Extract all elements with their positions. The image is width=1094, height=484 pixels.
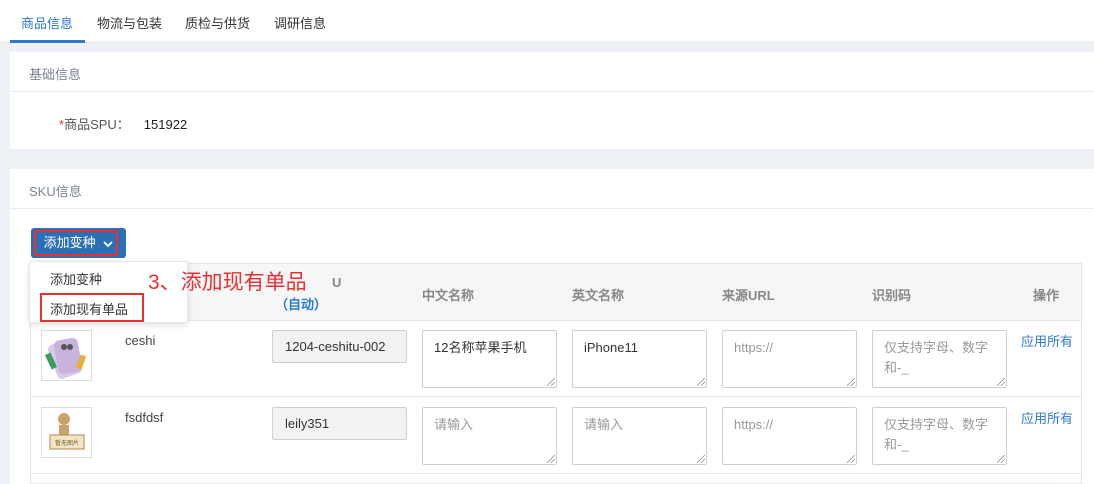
apply-all-link[interactable]: 应用所有 (1021, 331, 1073, 350)
sku-info-header: SKU信息 (10, 169, 1094, 209)
no-image-caption: 暂无图片 (55, 439, 79, 447)
source-url-textarea[interactable]: https:// (722, 407, 857, 465)
add-variant-button[interactable]: 添加变种 (31, 228, 126, 258)
basic-info-header: 基础信息 (10, 52, 1094, 92)
resize-grip-icon[interactable] (697, 378, 705, 386)
basic-info-title: 基础信息 (29, 67, 82, 82)
resize-grip-icon[interactable] (547, 378, 555, 386)
spu-value: 151922 (143, 117, 188, 132)
resize-grip-icon[interactable] (847, 455, 855, 463)
spu-label: 商品SPU： (64, 117, 130, 132)
phone-image-icon (44, 337, 87, 379)
en-name-textarea[interactable]: iPhone11 (572, 330, 707, 388)
sku-code-field: 1204-ceshitu-002 (272, 330, 407, 363)
resize-grip-icon[interactable] (847, 378, 855, 386)
basic-info-panel: 基础信息 *商品SPU： 151922 (10, 52, 1094, 149)
column-header-en-name: 英文名称 (572, 288, 625, 303)
cn-name-textarea[interactable]: 12名称苹果手机 (422, 330, 557, 388)
sku-name: fsdfdsf (125, 410, 164, 425)
table-row: ceshi 1204-ceshitu-002 12名称苹果手机 iPhone11… (31, 321, 1081, 397)
sku-info-panel: SKU信息 添加变种 U （自动） 中文名称 英文名称 来源URL 识别码 操作 (10, 169, 1094, 484)
source-url-placeholder: https:// (734, 417, 774, 432)
sku-name: ceshi (125, 333, 156, 348)
resize-grip-icon[interactable] (697, 455, 705, 463)
step-annotation: 3、添加现有单品 (148, 271, 307, 294)
menu-item-add-variant[interactable]: 添加变种 (50, 269, 102, 288)
sku-info-title: SKU信息 (29, 184, 82, 199)
tab-qc-supply[interactable]: 质检与供货 (185, 13, 250, 32)
column-header-sku-auto: （自动） (275, 297, 328, 312)
en-name-placeholder: 请输入 (584, 417, 624, 432)
code-placeholder-line1: 仅支持字母、数字 (884, 417, 989, 432)
table-row: 暂无图片 fsdfdsf leily351 请输入 请输入 https:// 仅… (31, 398, 1081, 474)
tab-product-info[interactable]: 商品信息 (21, 13, 73, 32)
sku-code-field: leily351 (272, 407, 407, 440)
en-name-value: iPhone11 (584, 340, 638, 355)
column-header-sku: U (332, 275, 342, 290)
en-name-textarea[interactable]: 请输入 (572, 407, 707, 465)
cn-name-value: 12名称苹果手机 (434, 340, 527, 355)
code-textarea[interactable]: 仅支持字母、数字 和-_ (872, 330, 1007, 388)
active-tab-indicator (10, 40, 85, 43)
tab-logistics-packaging[interactable]: 物流与包装 (97, 13, 162, 32)
source-url-textarea[interactable]: https:// (722, 330, 857, 388)
spu-field: *商品SPU： 151922 (59, 114, 187, 133)
resize-grip-icon[interactable] (997, 455, 1005, 463)
resize-grip-icon[interactable] (997, 378, 1005, 386)
menu-item-add-existing-item[interactable]: 添加现有单品 (50, 299, 128, 318)
apply-all-link[interactable]: 应用所有 (1021, 408, 1073, 427)
cn-name-placeholder: 请输入 (434, 417, 474, 432)
code-textarea[interactable]: 仅支持字母、数字 和-_ (872, 407, 1007, 465)
cn-name-textarea[interactable]: 请输入 (422, 407, 557, 465)
no-image-placeholder-icon: 暂无图片 (49, 413, 85, 450)
add-variant-label: 添加变种 (43, 235, 96, 250)
tab-research-info[interactable]: 调研信息 (274, 13, 326, 32)
resize-grip-icon[interactable] (547, 455, 555, 463)
source-url-placeholder: https:// (734, 340, 774, 355)
column-header-cn-name: 中文名称 (422, 288, 475, 303)
column-header-action: 操作 (1033, 288, 1060, 303)
product-edit-page: 商品信息 物流与包装 质检与供货 调研信息 基础信息 *商品SPU： 151922… (0, 0, 1094, 484)
tab-bar: 商品信息 物流与包装 质检与供货 调研信息 (0, 0, 1094, 43)
product-thumbnail[interactable]: 暂无图片 (41, 407, 92, 458)
code-placeholder-line2: 和-_ (884, 360, 909, 375)
column-header-code: 识别码 (872, 288, 912, 303)
product-thumbnail[interactable] (41, 330, 92, 381)
code-placeholder-line1: 仅支持字母、数字 (884, 340, 989, 355)
column-header-source-url: 来源URL (722, 288, 775, 303)
chevron-down-icon (103, 240, 113, 247)
code-placeholder-line2: 和-_ (884, 437, 909, 452)
